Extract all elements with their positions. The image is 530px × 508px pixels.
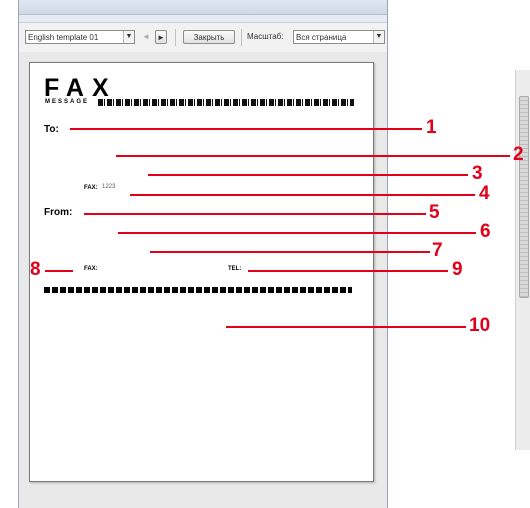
preview-toolbar: English template 01 ▼ ◄ ► Закрыть Масшта… bbox=[19, 22, 387, 54]
callout-line-9 bbox=[248, 270, 448, 272]
fax-cover-page bbox=[29, 62, 374, 482]
callout-line-5 bbox=[84, 213, 426, 215]
template-select-value: English template 01 bbox=[28, 33, 99, 42]
footer-dot-line bbox=[44, 287, 352, 293]
callout-line-6 bbox=[118, 232, 476, 234]
callout-line-1 bbox=[70, 128, 422, 130]
callout-line-4 bbox=[130, 194, 475, 196]
callout-line-7 bbox=[150, 251, 430, 253]
callout-line-10 bbox=[226, 326, 466, 328]
toolbar-separator bbox=[175, 29, 176, 46]
preview-viewport bbox=[19, 52, 387, 508]
scrollbar-thumb[interactable] bbox=[519, 96, 529, 298]
close-button[interactable]: Закрыть bbox=[183, 30, 235, 44]
callout-line-2 bbox=[116, 155, 510, 157]
scale-select-value: Вся страница bbox=[296, 33, 347, 42]
callout-number-5: 5 bbox=[429, 202, 440, 223]
chevron-down-icon: ▼ bbox=[373, 31, 384, 43]
callout-number-4: 4 bbox=[479, 183, 490, 204]
callout-line-3 bbox=[148, 174, 468, 176]
chevron-down-icon: ▼ bbox=[123, 31, 134, 43]
callout-number-10: 10 bbox=[469, 315, 491, 336]
callout-number-2: 2 bbox=[513, 144, 524, 165]
window-titlebar bbox=[19, 0, 387, 15]
template-select[interactable]: English template 01 ▼ bbox=[25, 30, 135, 44]
callout-number-7: 7 bbox=[432, 240, 443, 261]
to-fax-label: FAX: bbox=[84, 185, 98, 191]
callout-line-8 bbox=[45, 270, 73, 272]
from-fax-label: FAX: bbox=[84, 266, 98, 272]
callout-number-1: 1 bbox=[426, 117, 437, 138]
scale-label: Масштаб: bbox=[247, 32, 284, 41]
callout-number-8: 8 bbox=[30, 259, 41, 280]
callout-number-9: 9 bbox=[452, 259, 463, 280]
from-label: From: bbox=[44, 207, 73, 218]
header-dot-line bbox=[98, 99, 354, 106]
to-fax-value: 1223 bbox=[102, 184, 116, 190]
prev-page-button[interactable]: ◄ bbox=[141, 30, 151, 44]
from-tel-label: TEL: bbox=[228, 266, 242, 272]
vertical-scrollbar[interactable] bbox=[515, 70, 530, 450]
to-label: To: bbox=[44, 124, 59, 135]
toolbar-separator bbox=[241, 29, 242, 46]
next-page-button[interactable]: ► bbox=[155, 30, 167, 44]
callout-number-6: 6 bbox=[480, 221, 491, 242]
fax-subtitle: MESSAGE bbox=[45, 99, 90, 105]
scale-select[interactable]: Вся страница ▼ bbox=[293, 30, 385, 44]
callout-number-3: 3 bbox=[472, 163, 483, 184]
